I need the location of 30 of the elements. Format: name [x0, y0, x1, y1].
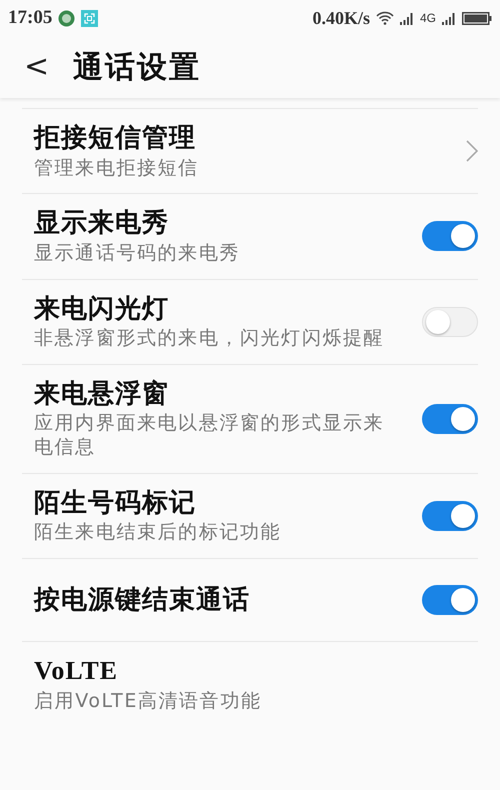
- toggle-switch[interactable]: [422, 306, 478, 337]
- wifi-icon: [376, 11, 394, 25]
- setting-title: 来电悬浮窗: [34, 378, 169, 410]
- network-type: 4G: [420, 11, 436, 25]
- clock: 17:05: [8, 7, 52, 29]
- setting-description: 应用内界面来电以悬浮窗的形式显示来电信息: [34, 412, 386, 460]
- app-icon: [58, 10, 76, 26]
- toggle-switch[interactable]: [422, 221, 478, 252]
- setting-description: 陌生来电结束后的标记功能: [34, 521, 282, 545]
- setting-title: 来电闪光灯: [34, 292, 169, 325]
- page-title: 通话设置: [73, 48, 202, 86]
- toggle-switch[interactable]: [422, 404, 478, 434]
- network-speed: 0.40K/s: [312, 8, 370, 28]
- setting-description: 启用VoLTE高清语音功能: [34, 690, 262, 714]
- scan-icon: [81, 10, 98, 26]
- toggle-switch[interactable]: [422, 585, 478, 615]
- setting-description: 非悬浮窗形式的来电，闪光灯闪烁提醒: [34, 327, 384, 351]
- setting-title: 按电源键结束通话: [34, 584, 250, 616]
- setting-title: 陌生号码标记: [34, 486, 196, 520]
- signal-icon: [400, 11, 414, 25]
- battery-icon: [462, 12, 492, 24]
- setting-title: 拒接短信管理: [34, 122, 196, 154]
- toggle-switch[interactable]: [422, 500, 478, 531]
- back-button[interactable]: <: [20, 52, 54, 82]
- signal-icon: [442, 11, 456, 25]
- setting-description: 管理来电拒接短信: [34, 156, 199, 180]
- setting-description: 显示通话号码的来电秀: [34, 242, 240, 266]
- setting-title: 显示来电秀: [34, 207, 169, 240]
- chevron-right-icon: [466, 140, 478, 162]
- setting-title: VoLTE: [34, 655, 118, 687]
